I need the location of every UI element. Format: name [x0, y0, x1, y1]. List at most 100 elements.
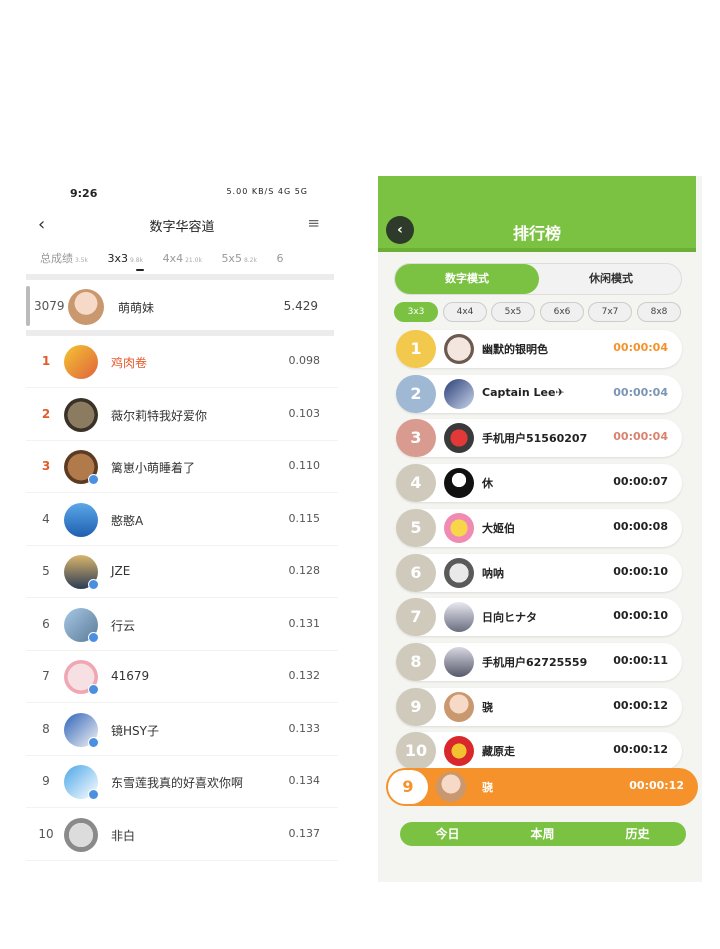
tab-6x6[interactable]: 6 [276, 252, 283, 265]
category-tabs: 总成绩 3.5k 3x3 9.8k 4x4 21.0k 5x5 8.2k 6 [40, 250, 338, 272]
mode-casual-button[interactable]: 休闲模式 [539, 264, 683, 294]
avatar [444, 378, 474, 409]
my-name: 骁 [482, 781, 493, 794]
player-time: 00:00:12 [613, 698, 668, 712]
menu-icon[interactable]: ≡ [307, 214, 320, 232]
tab-indicator [136, 269, 144, 271]
rank-badge: 2 [396, 374, 436, 413]
player-name: 鸡肉卷 [111, 356, 148, 370]
leaderboard-row[interactable]: 5 大姬伯 00:00:08 [396, 508, 682, 547]
player-name: 手机用户62725559 [482, 655, 588, 669]
tab-history[interactable]: 历史 [590, 822, 685, 846]
tab-total[interactable]: 总成绩 3.5k [40, 250, 88, 266]
rank-badge: 6 [396, 553, 436, 592]
avatar [444, 557, 474, 588]
player-score: 0.115 [288, 511, 321, 525]
leaderboard-row[interactable]: 10 藏原走 00:00:12 [396, 732, 682, 771]
right-phone-screen: ‹ 排行榜 数字模式 休闲模式 3x3 4x4 5x5 6x6 7x7 8x8 … [378, 176, 702, 882]
rank-number: 6 [42, 616, 50, 631]
player-score: 0.137 [288, 826, 321, 840]
size-7x7-button[interactable]: 7x7 [588, 302, 632, 322]
leaderboard-row[interactable]: 7 日向ヒナタ 00:00:10 [396, 598, 682, 637]
player-score: 0.098 [288, 354, 321, 367]
size-selector: 3x3 4x4 5x5 6x6 7x7 8x8 [394, 302, 684, 322]
rank-badge: 5 [396, 508, 436, 547]
page-title: 数字华容道 [149, 220, 215, 235]
tab-count: 9.8k [130, 257, 144, 264]
tab-label: 3x3 [107, 252, 129, 265]
left-phone-screen: 9:26 5.00 KB/S 4G 5G ‹ 数字华容道 ≡ 总成绩 3.5k 3… [26, 178, 338, 868]
leaderboard-row[interactable]: 9 东雪莲我真的好喜欢你啊 0.134 [26, 756, 338, 808]
leaderboard-row[interactable]: 6 呐呐 00:00:10 [396, 553, 682, 592]
tab-today[interactable]: 今日 [400, 822, 495, 846]
avatar [68, 289, 104, 325]
size-5x5-button[interactable]: 5x5 [491, 302, 535, 322]
player-name: 手机用户51560207 [482, 432, 588, 446]
player-score: 0.134 [288, 774, 321, 787]
mode-digital-button[interactable]: 数字模式 [395, 264, 539, 294]
my-rank: 3079 [34, 299, 65, 313]
avatar [444, 736, 474, 767]
rank-number: 2 [41, 406, 51, 421]
size-3x3-button[interactable]: 3x3 [394, 302, 438, 322]
leaderboard-row[interactable]: 2 Captain Lee✈ 00:00:04 [396, 374, 682, 413]
leaderboard-row[interactable]: 3 手机用户51560207 00:00:04 [396, 419, 682, 458]
left-header: ‹ 数字华容道 ≡ [26, 212, 338, 240]
avatar [444, 423, 474, 454]
leaderboard-row[interactable]: 9 骁 00:00:12 [396, 687, 682, 726]
player-time: 00:00:04 [613, 430, 668, 444]
size-8x8-button[interactable]: 8x8 [637, 302, 681, 322]
leaderboard-row[interactable]: 2 薇尔莉特我好爱你 0.103 [26, 389, 338, 441]
my-rank-row[interactable]: 3079 萌萌妹 5.429 [26, 286, 338, 328]
leaderboard-row[interactable]: 1 幽默的银明色 00:00:04 [396, 330, 682, 368]
verified-badge-icon [88, 684, 99, 695]
leaderboard-row[interactable]: 4 憨憨A 0.115 [26, 494, 338, 546]
player-time: 00:00:04 [613, 385, 668, 399]
player-time: 00:00:04 [613, 341, 668, 354]
player-score: 0.128 [288, 564, 321, 577]
player-time: 00:00:11 [613, 653, 668, 667]
verified-badge-icon [88, 579, 99, 590]
tab-label: 5x5 [221, 252, 242, 265]
rank-number: 3 [41, 459, 51, 473]
leaderboard-row[interactable]: 8 手机用户62725559 00:00:11 [396, 642, 682, 681]
avatar [64, 345, 98, 379]
tab-4x4[interactable]: 4x4 21.0k [163, 252, 202, 265]
player-name: 行云 [111, 618, 136, 633]
player-name: 藏原走 [482, 745, 515, 759]
verified-badge-icon [88, 736, 99, 748]
avatar [444, 334, 474, 364]
leaderboard-row[interactable]: 5 JZE 0.128 [26, 546, 338, 598]
player-time: 00:00:12 [613, 743, 668, 757]
tab-5x5[interactable]: 5x5 8.2k [221, 252, 257, 265]
player-score: 0.132 [288, 669, 321, 682]
my-name: 萌萌妹 [118, 301, 155, 315]
leaderboard-row[interactable]: 10 非白 0.137 [26, 809, 338, 861]
tab-week[interactable]: 本周 [495, 822, 590, 846]
leaderboard-row[interactable]: 6 行云 0.131 [26, 599, 338, 651]
size-6x6-button[interactable]: 6x6 [540, 302, 584, 322]
rank-badge: 8 [396, 642, 436, 681]
tab-count: 3.5k [75, 257, 89, 264]
my-rank-row[interactable]: 9 骁 00:00:12 [386, 768, 698, 806]
player-score: 0.110 [288, 459, 321, 472]
verified-badge-icon [88, 474, 99, 485]
avatar [444, 512, 474, 543]
rank-badge: 3 [396, 419, 436, 458]
tab-3x3[interactable]: 3x3 9.8k [108, 252, 144, 265]
leaderboard-row[interactable]: 8 镜HSY子 0.133 [26, 704, 338, 756]
rank-badge: 10 [396, 732, 436, 771]
player-time: 00:00:08 [613, 519, 668, 533]
avatar [444, 602, 474, 633]
leaderboard-row[interactable]: 1 鸡肉卷 0.098 [26, 336, 338, 388]
period-tabs: 今日 本周 历史 [400, 822, 686, 846]
highlight-bar [26, 286, 30, 326]
leaderboard-row[interactable]: 3 篱崽小萌睡着了 0.110 [26, 441, 338, 493]
leaderboard-row[interactable]: 4 休 00:00:07 [396, 464, 682, 503]
player-time: 00:00:10 [613, 564, 668, 578]
rank-number: 5 [42, 564, 50, 578]
rank-number: 4 [42, 511, 50, 526]
tab-count: 8.2k [243, 257, 257, 264]
leaderboard-row[interactable]: 7 41679 0.132 [26, 651, 338, 703]
size-4x4-button[interactable]: 4x4 [443, 302, 487, 322]
